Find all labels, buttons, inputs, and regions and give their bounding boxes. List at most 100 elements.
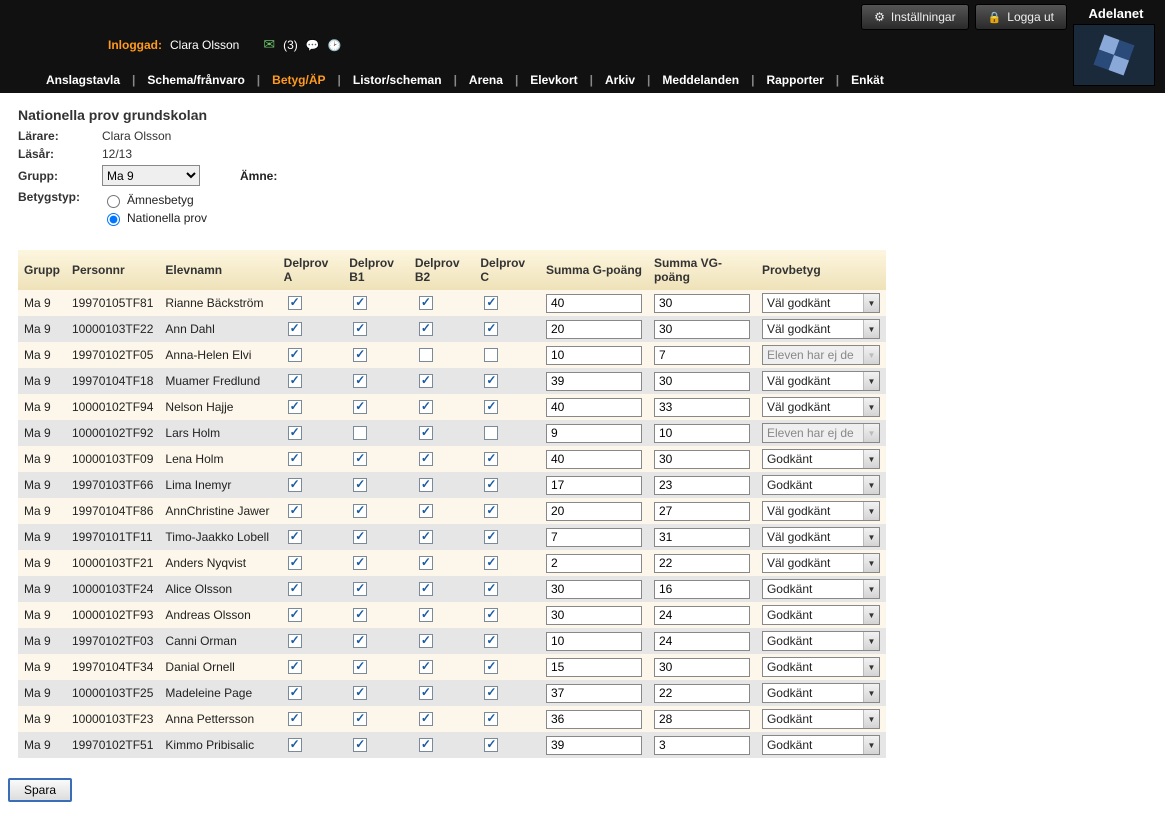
checkbox-delprov-a[interactable] xyxy=(288,426,302,440)
checkbox-delprov-a[interactable] xyxy=(288,712,302,726)
checkbox-delprov-b2[interactable] xyxy=(419,504,433,518)
checkbox-delprov-b1[interactable] xyxy=(353,530,367,544)
checkbox-delprov-c[interactable] xyxy=(484,374,498,388)
nav-item-schema-fr-nvaro[interactable]: Schema/frånvaro xyxy=(139,73,252,87)
checkbox-delprov-b1[interactable] xyxy=(353,348,367,362)
provbetyg-select[interactable]: Väl godkänt▼ xyxy=(762,319,880,339)
provbetyg-select[interactable]: Godkänt▼ xyxy=(762,683,880,703)
settings-button[interactable]: Inställningar xyxy=(861,4,968,30)
checkbox-delprov-a[interactable] xyxy=(288,478,302,492)
checkbox-delprov-b2[interactable] xyxy=(419,712,433,726)
input-summa-vg[interactable] xyxy=(654,684,750,703)
checkbox-delprov-b1[interactable] xyxy=(353,660,367,674)
input-summa-vg[interactable] xyxy=(654,502,750,521)
checkbox-delprov-c[interactable] xyxy=(484,296,498,310)
checkbox-delprov-b2[interactable] xyxy=(419,478,433,492)
input-summa-vg[interactable] xyxy=(654,632,750,651)
provbetyg-select[interactable]: Godkänt▼ xyxy=(762,709,880,729)
checkbox-delprov-c[interactable] xyxy=(484,530,498,544)
checkbox-delprov-b2[interactable] xyxy=(419,296,433,310)
input-summa-g[interactable] xyxy=(546,710,642,729)
checkbox-delprov-c[interactable] xyxy=(484,686,498,700)
input-summa-vg[interactable] xyxy=(654,528,750,547)
checkbox-delprov-a[interactable] xyxy=(288,374,302,388)
nav-item-betyg-p[interactable]: Betyg/ÄP xyxy=(264,73,333,87)
input-summa-g[interactable] xyxy=(546,398,642,417)
input-summa-vg[interactable] xyxy=(654,710,750,729)
input-summa-g[interactable] xyxy=(546,320,642,339)
checkbox-delprov-b2[interactable] xyxy=(419,582,433,596)
input-summa-vg[interactable] xyxy=(654,554,750,573)
checkbox-delprov-b1[interactable] xyxy=(353,556,367,570)
input-summa-g[interactable] xyxy=(546,658,642,677)
grupp-select[interactable]: Ma 9 xyxy=(102,165,200,186)
nav-item-enk-t[interactable]: Enkät xyxy=(843,73,892,87)
chat-icon[interactable] xyxy=(306,38,320,52)
input-summa-g[interactable] xyxy=(546,632,642,651)
checkbox-delprov-a[interactable] xyxy=(288,530,302,544)
checkbox-delprov-c[interactable] xyxy=(484,400,498,414)
checkbox-delprov-b2[interactable] xyxy=(419,322,433,336)
checkbox-delprov-a[interactable] xyxy=(288,608,302,622)
checkbox-delprov-b2[interactable] xyxy=(419,556,433,570)
checkbox-delprov-b1[interactable] xyxy=(353,686,367,700)
provbetyg-select[interactable]: Godkänt▼ xyxy=(762,475,880,495)
input-summa-vg[interactable] xyxy=(654,580,750,599)
input-summa-g[interactable] xyxy=(546,580,642,599)
provbetyg-select[interactable]: Väl godkänt▼ xyxy=(762,397,880,417)
checkbox-delprov-c[interactable] xyxy=(484,556,498,570)
input-summa-g[interactable] xyxy=(546,606,642,625)
input-summa-g[interactable] xyxy=(546,554,642,573)
checkbox-delprov-c[interactable] xyxy=(484,348,498,362)
checkbox-delprov-b2[interactable] xyxy=(419,426,433,440)
provbetyg-select[interactable]: Godkänt▼ xyxy=(762,735,880,755)
input-summa-vg[interactable] xyxy=(654,398,750,417)
provbetyg-select[interactable]: Godkänt▼ xyxy=(762,449,880,469)
provbetyg-select[interactable]: Väl godkänt▼ xyxy=(762,527,880,547)
input-summa-vg[interactable] xyxy=(654,476,750,495)
checkbox-delprov-c[interactable] xyxy=(484,634,498,648)
input-summa-g[interactable] xyxy=(546,736,642,755)
checkbox-delprov-b2[interactable] xyxy=(419,374,433,388)
checkbox-delprov-c[interactable] xyxy=(484,452,498,466)
checkbox-delprov-a[interactable] xyxy=(288,400,302,414)
input-summa-vg[interactable] xyxy=(654,346,750,365)
checkbox-delprov-b1[interactable] xyxy=(353,426,367,440)
checkbox-delprov-b1[interactable] xyxy=(353,634,367,648)
checkbox-delprov-b2[interactable] xyxy=(419,660,433,674)
checkbox-delprov-c[interactable] xyxy=(484,322,498,336)
checkbox-delprov-b1[interactable] xyxy=(353,322,367,336)
checkbox-delprov-c[interactable] xyxy=(484,738,498,752)
input-summa-vg[interactable] xyxy=(654,450,750,469)
input-summa-g[interactable] xyxy=(546,372,642,391)
input-summa-vg[interactable] xyxy=(654,424,750,443)
provbetyg-select[interactable]: Godkänt▼ xyxy=(762,631,880,651)
provbetyg-select[interactable]: Godkänt▼ xyxy=(762,657,880,677)
mail-icon[interactable] xyxy=(263,36,275,53)
radio-amnesbetyg[interactable] xyxy=(107,195,120,208)
checkbox-delprov-a[interactable] xyxy=(288,348,302,362)
checkbox-delprov-c[interactable] xyxy=(484,582,498,596)
input-summa-vg[interactable] xyxy=(654,294,750,313)
checkbox-delprov-b2[interactable] xyxy=(419,738,433,752)
input-summa-vg[interactable] xyxy=(654,320,750,339)
input-summa-g[interactable] xyxy=(546,502,642,521)
checkbox-delprov-a[interactable] xyxy=(288,686,302,700)
nav-item-arena[interactable]: Arena xyxy=(461,73,511,87)
provbetyg-select[interactable]: Väl godkänt▼ xyxy=(762,553,880,573)
checkbox-delprov-b2[interactable] xyxy=(419,452,433,466)
checkbox-delprov-b1[interactable] xyxy=(353,712,367,726)
input-summa-g[interactable] xyxy=(546,424,642,443)
radio-nationella[interactable] xyxy=(107,213,120,226)
provbetyg-select[interactable]: Godkänt▼ xyxy=(762,605,880,625)
checkbox-delprov-a[interactable] xyxy=(288,296,302,310)
provbetyg-select[interactable]: Väl godkänt▼ xyxy=(762,501,880,521)
input-summa-vg[interactable] xyxy=(654,658,750,677)
checkbox-delprov-a[interactable] xyxy=(288,582,302,596)
nav-item-listor-scheman[interactable]: Listor/scheman xyxy=(345,73,450,87)
provbetyg-select[interactable]: Väl godkänt▼ xyxy=(762,371,880,391)
checkbox-delprov-c[interactable] xyxy=(484,504,498,518)
checkbox-delprov-a[interactable] xyxy=(288,322,302,336)
checkbox-delprov-b1[interactable] xyxy=(353,504,367,518)
checkbox-delprov-c[interactable] xyxy=(484,660,498,674)
